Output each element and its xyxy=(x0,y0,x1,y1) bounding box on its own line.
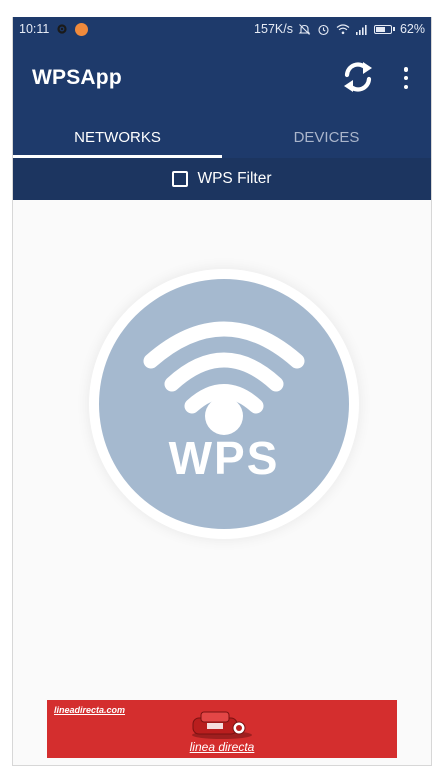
phone-screen: 10:11 157K/s 62% WPSApp NETWORKS DEVICES… xyxy=(12,17,432,766)
battery-icon xyxy=(373,24,395,34)
app-bar: WPSApp NETWORKS DEVICES xyxy=(13,41,431,158)
wps-filter-bar: WPS Filter xyxy=(13,158,431,200)
wps-logo-circle xyxy=(99,279,349,529)
wps-logo: WPS xyxy=(89,269,359,539)
network-speed: 157K/s xyxy=(254,22,293,36)
wifi-icon xyxy=(336,22,350,36)
refresh-icon[interactable] xyxy=(339,58,377,96)
wps-logo-text: WPS xyxy=(168,432,280,484)
alarm-icon xyxy=(317,22,331,36)
tab-networks-label: NETWORKS xyxy=(74,129,161,146)
tab-bar: NETWORKS DEVICES xyxy=(13,117,431,158)
more-vert-icon[interactable] xyxy=(397,65,415,91)
status-bar: 10:11 157K/s 62% xyxy=(13,17,431,41)
tab-indicator xyxy=(13,155,222,158)
ad-banner[interactable]: lineadirecta.com linea directa xyxy=(47,700,397,758)
tab-networks[interactable]: NETWORKS xyxy=(13,117,222,158)
mute-icon xyxy=(298,22,312,36)
battery-percent: 62% xyxy=(399,22,425,36)
wps-filter-label[interactable]: WPS Filter xyxy=(197,170,271,188)
status-time: 10:11 xyxy=(19,22,50,36)
wps-filter-checkbox[interactable] xyxy=(172,171,189,187)
ad-phone-image xyxy=(192,711,252,739)
networks-content: WPS xyxy=(13,200,431,745)
ad-brand: linea directa xyxy=(189,740,255,754)
gear-icon xyxy=(55,22,69,36)
app-notification-icon xyxy=(75,22,89,36)
app-title: WPSApp xyxy=(32,66,122,89)
signal-icon xyxy=(355,22,369,36)
tab-devices[interactable]: DEVICES xyxy=(222,117,431,158)
ad-url[interactable]: lineadirecta.com xyxy=(54,705,125,715)
battery-fill xyxy=(375,26,385,32)
tab-devices-label: DEVICES xyxy=(293,129,360,146)
